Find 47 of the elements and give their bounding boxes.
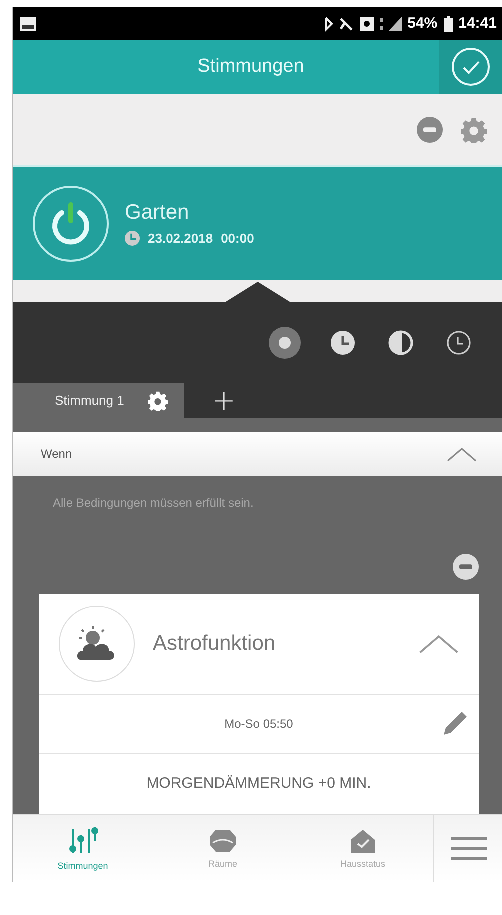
conditions-hint: Alle Bedingungen müssen erfüllt sein. [53,496,255,510]
bluetooth-icon [324,16,334,32]
nav-tab[interactable]: Hausstatus [293,815,433,882]
data-icon [380,18,383,30]
alarm-icon [360,16,374,30]
edit-button[interactable] [441,710,469,738]
signal-icon [388,16,402,30]
scene-tab[interactable]: Stimmung 1 [13,383,184,418]
confirm-button[interactable] [439,40,502,94]
scene-date: 23.02.2018 [148,231,214,246]
clock-icon [330,330,356,356]
check-icon [451,47,491,87]
half-moon-icon [388,330,414,356]
house-icon [349,828,377,852]
chevron-up-icon [447,446,477,462]
remove-button[interactable] [417,116,443,142]
battery-level: 54% [408,15,438,32]
add-tab-button[interactable]: + [184,383,264,418]
minus-icon [417,116,443,142]
clock-time: 14:41 [458,15,497,32]
menu-icon [450,836,486,860]
scene-time: 00:00 [221,231,254,246]
clock-icon [125,231,140,246]
scene-name: Garten [125,201,190,225]
section-header[interactable]: Wenn [13,432,502,476]
clock-icon [446,330,472,356]
settings-icon [461,116,487,142]
battery-icon [444,16,453,32]
settings-button[interactable] [461,116,487,142]
mode-button[interactable] [269,326,301,358]
settings-icon [148,390,168,410]
nav-tab[interactable]: Stimmungen [13,815,153,882]
schedule-text: Mo-So 05:50 [224,717,294,731]
sliders-icon [68,826,98,854]
remove-condition-button[interactable] [453,554,479,580]
nav-tab[interactable]: Räume [153,815,293,882]
rooms-icon [210,828,236,852]
dot-icon [278,336,292,350]
screen-title: Stimmungen [196,56,306,78]
tool-icon [340,16,354,30]
image-icon [19,16,37,32]
chevron-up-icon [419,634,459,654]
power-button[interactable] [33,186,109,262]
minus-icon [453,554,479,580]
sun-cloud-icon [77,626,117,662]
event-text: MORGENDÄMMERUNG +0 MIN. [146,774,372,792]
pencil-icon [441,710,469,738]
